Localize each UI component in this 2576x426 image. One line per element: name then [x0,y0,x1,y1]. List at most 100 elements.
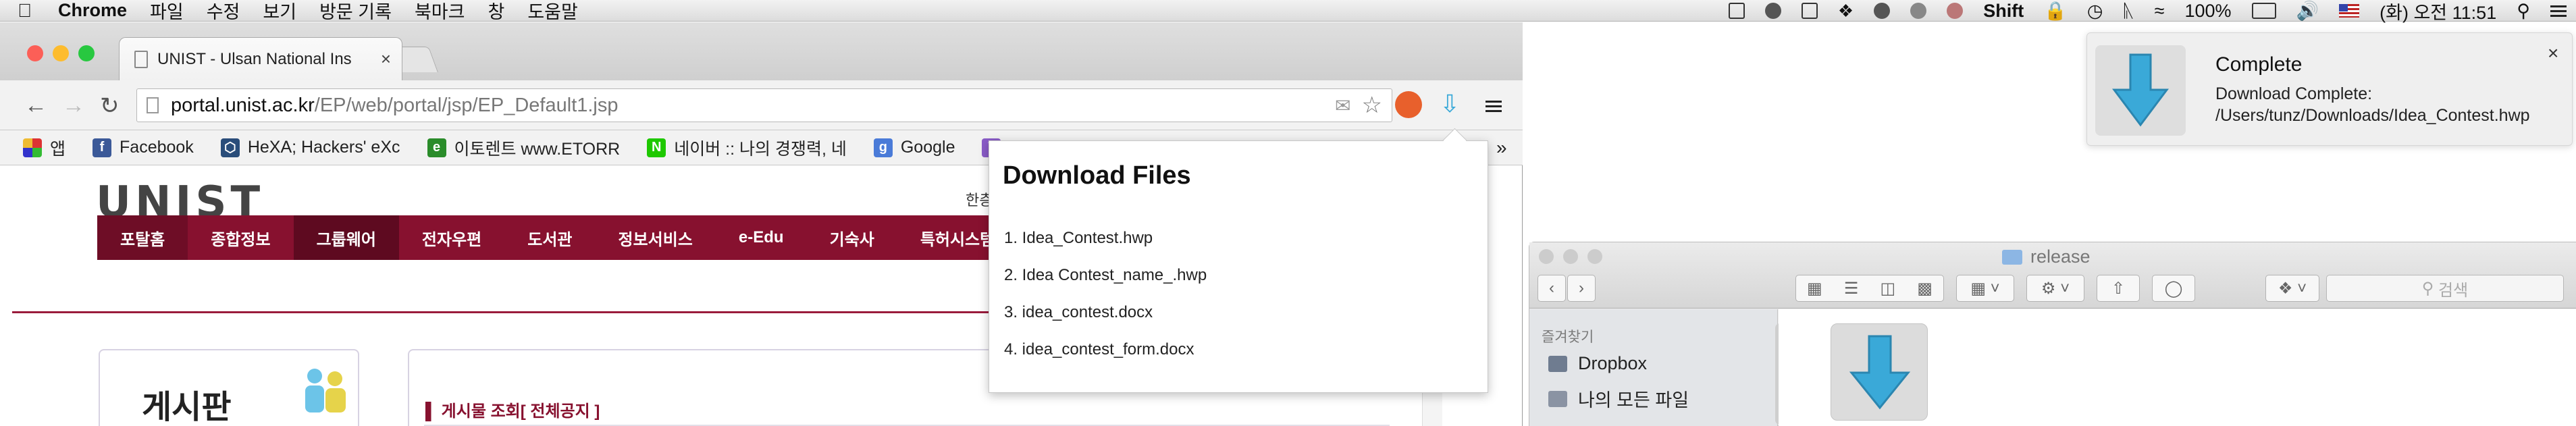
lock-icon[interactable]: 🔒 [2044,0,2067,22]
us-flag-icon[interactable] [2339,4,2360,18]
extension-icon[interactable] [1395,91,1422,118]
list-view-icon[interactable]: ☰ [1844,279,1859,298]
nav-library[interactable]: 도서관 [504,215,595,260]
airplay-icon[interactable] [1801,3,1818,19]
bookmark-etorrent[interactable]: e 이토렌트 www.ETORR [427,136,621,160]
bookmark-label: HeXA; Hackers' eXc [247,138,400,157]
dropbox-toolbar-button[interactable]: ❖ ˅ [2265,275,2319,302]
download-file-link[interactable]: 3. idea_contest.docx [1004,303,1153,322]
tab-close-icon[interactable]: × [381,49,391,70]
bookmark-label: 앱 [50,139,66,159]
notification-close-icon[interactable]: × [2548,43,2558,64]
screen-icon[interactable] [1728,3,1745,19]
bookmark-label: 이토렌트 www.ETORR [454,139,621,159]
battery-icon[interactable] [2251,3,2276,19]
download-notification[interactable]: Complete Download Complete: /Users/tunz/… [2086,32,2573,146]
download-file-link[interactable]: 1. Idea_Contest.hwp [1004,229,1153,248]
dropbox-icon[interactable]: ❖ [1838,1,1854,22]
url-host: portal.unist.ac.kr [171,94,315,116]
menubar-clock[interactable]: (화) 오전 11:51 [2380,0,2496,24]
more-bookmarks-chevron[interactable]: » [1496,137,1507,159]
bookmark-facebook[interactable]: f Facebook [93,138,194,157]
all-files-icon [1548,390,1567,407]
nav-groupware[interactable]: 그룹웨어 [293,215,399,260]
notification-center-icon[interactable] [2550,3,2567,20]
spotlight-search-icon[interactable]: ⚲ [2517,1,2530,22]
minimize-window-button[interactable] [53,45,69,61]
cloud-icon[interactable] [1910,3,1927,19]
file-item[interactable] [1831,323,1928,421]
chrome-menu-icon[interactable] [1486,98,1502,115]
nav-e-edu[interactable]: e-Edu [716,215,807,260]
finder-minimize-button[interactable] [1563,249,1578,264]
menu-window[interactable]: 창 [488,0,504,24]
download-file-link[interactable]: 4. idea_contest_form.docx [1004,340,1194,359]
cover-flow-icon[interactable]: ▩ [1917,279,1933,298]
bookmark-label: 네이버 :: 나의 경쟁력, 네 [674,139,847,159]
finder-search-field[interactable]: ⚲ 검색 [2326,275,2564,302]
bookmark-label: Facebook [120,138,194,157]
bookmark-star-icon[interactable]: ☆ [1362,92,1382,119]
wifi-icon[interactable]: ≈ [2155,1,2165,22]
finder-toolbar: release ‹ › ▦ ☰ ◫ ▩ ▦ ˅ ⚙ ˅ ⇧ ◯ ❖ ˅ ⚲ 검색 [1529,242,2576,309]
icon-view-icon[interactable]: ▦ [1807,279,1822,298]
finder-title: release [2002,246,2091,267]
nav-portal-home[interactable]: 포탈홈 [97,215,188,260]
address-bar[interactable]: portal.unist.ac.kr/EP/web/portal/jsp/EP_… [136,88,1392,122]
apple-menu-icon[interactable]:  [18,0,36,21]
menu-history[interactable]: 방문 기록 [319,0,392,24]
menubar-status-area: ❖ Shift 🔒 ◷ ᚣ ≈ 100% 🔊 (화) 오전 11:51 ⚲ [1728,0,2567,24]
finder-back-button[interactable]: ‹ [1537,275,1566,302]
hexa-icon: ⬡ [220,138,240,157]
finder-zoom-button[interactable] [1587,249,1602,264]
back-arrow-icon[interactable]: ← [24,92,47,119]
menu-app-name[interactable]: Chrome [58,0,127,21]
tag-button[interactable]: ◯ [2152,275,2195,302]
bookmark-naver[interactable]: N 네이버 :: 나의 경쟁력, 네 [647,136,847,160]
share-button[interactable]: ⇧ [2097,275,2140,302]
shift-indicator[interactable]: Shift [1983,1,2024,22]
menu-view[interactable]: 보기 [263,0,296,24]
zoom-window-button[interactable] [78,45,95,61]
folder-icon [2002,249,2022,265]
download-file-link[interactable]: 2. Idea Contest_name_.hwp [1004,266,1207,285]
close-window-button[interactable] [27,45,43,61]
facebook-icon: f [93,138,112,157]
action-gear-button[interactable]: ⚙ ˅ [2026,275,2084,302]
download-arrow-icon [2112,53,2169,127]
sidebar-item-all-my-files[interactable]: 나의 모든 파일 [1548,385,1689,412]
reload-icon[interactable]: ↻ [100,92,120,119]
view-mode-buttons[interactable]: ▦ ☰ ◫ ▩ [1795,275,1944,302]
nav-dormitory[interactable]: 기숙사 [807,215,897,260]
nav-info-service[interactable]: 정보서비스 [595,215,715,260]
nav-email[interactable]: 전자우편 [399,215,504,260]
menu-bookmarks[interactable]: 북마크 [415,0,465,24]
arrange-button[interactable]: ▦ ˅ [1956,275,2014,302]
finder-close-button[interactable] [1539,249,1554,264]
battery-percent[interactable]: 100% [2184,1,2231,22]
bookmark-google[interactable]: g Google [873,138,955,157]
sidebar-item-dropbox[interactable]: Dropbox [1548,353,1647,374]
incognito-icon[interactable] [1874,3,1891,19]
naver-icon: N [647,138,666,157]
download-extension-icon[interactable]: ⇩ [1440,90,1460,118]
time-machine-icon[interactable]: ◷ [2087,1,2103,22]
apps-grid-icon [23,138,42,157]
nav-general-info[interactable]: 종합정보 [188,215,293,260]
menu-help[interactable]: 도움말 [527,0,578,24]
volume-icon[interactable]: 🔊 [2296,0,2319,22]
column-view-icon[interactable]: ◫ [1880,279,1895,298]
translate-icon[interactable]: ✉ [1335,95,1350,117]
active-tab[interactable]: UNIST - Ulsan National Ins × [119,37,402,80]
recording-icon[interactable] [1947,3,1964,19]
finder-forward-button[interactable]: › [1567,275,1596,302]
menu-file[interactable]: 파일 [150,0,184,24]
bookmark-hexa[interactable]: ⬡ HeXA; Hackers' eXc [220,138,400,157]
popup-title: Download Files [1003,161,1191,190]
bell-icon[interactable] [1764,3,1781,19]
bluetooth-icon[interactable]: ᚣ [2123,1,2134,22]
bookmark-apps[interactable]: 앱 [23,136,65,160]
board-title: ▌ 게시물 조회[ 전체공지 ] [425,402,600,421]
forward-arrow-icon[interactable]: → [62,92,85,119]
menu-edit[interactable]: 수정 [207,0,240,24]
